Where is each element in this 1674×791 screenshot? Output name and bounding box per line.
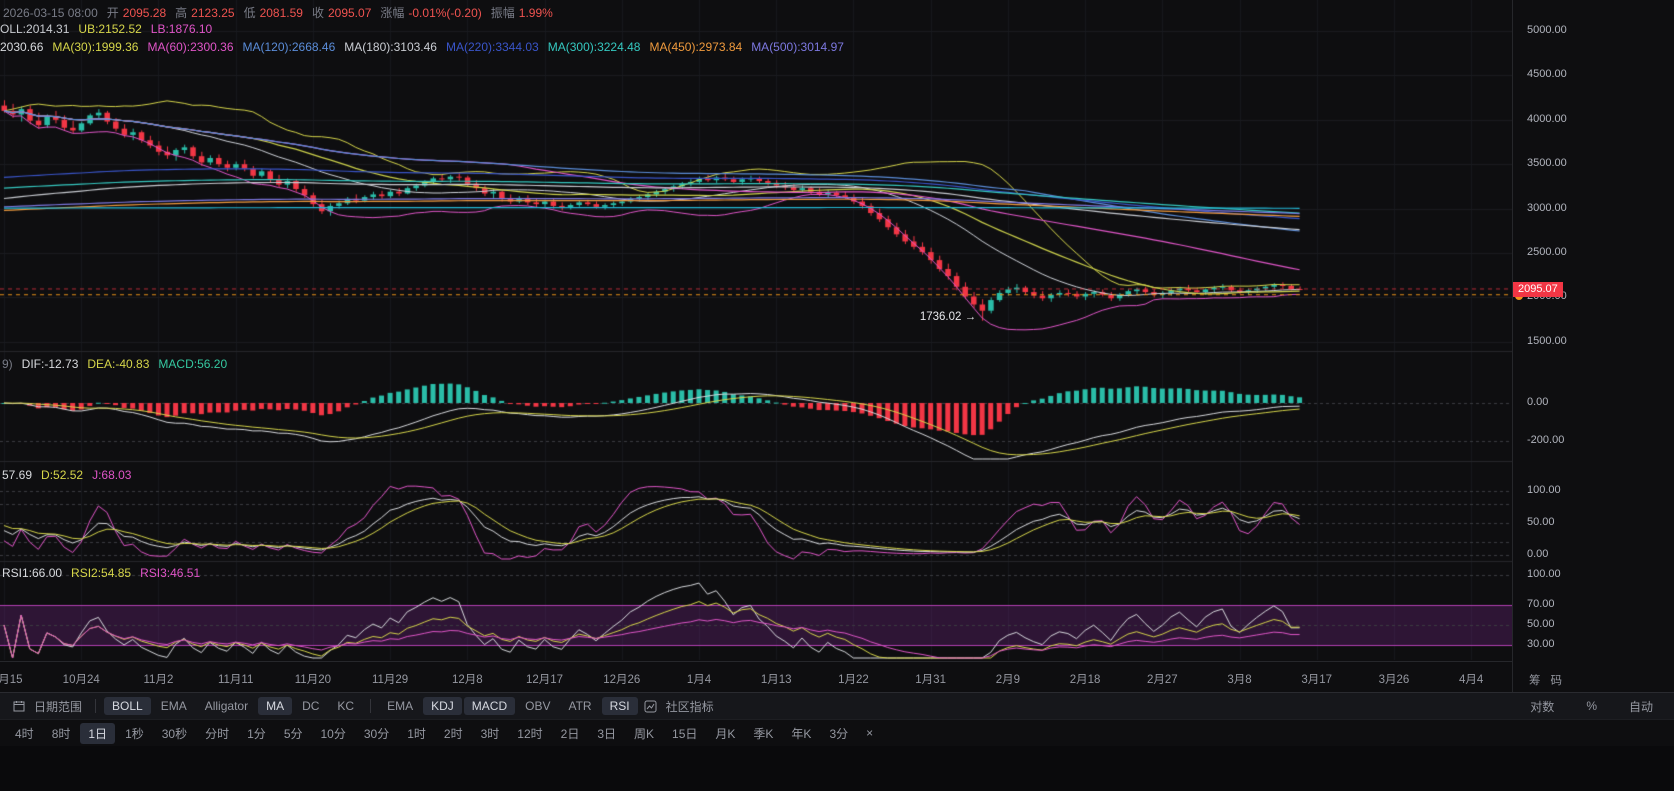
scale-button-自动[interactable]: 自动 [1621, 696, 1661, 717]
scale-button-对数[interactable]: 对数 [1522, 696, 1562, 717]
price-axis-label: 4000.00 [1527, 113, 1567, 125]
indicator-button-MACD[interactable]: MACD [464, 697, 515, 715]
interval-button-3分[interactable]: 3分 [821, 723, 856, 744]
price-axis-label: 50.00 [1527, 618, 1555, 630]
x-axis-label: 10月15 [0, 671, 23, 687]
scale-button-%[interactable]: % [1578, 697, 1605, 715]
x-axis-label: 4月4 [1459, 671, 1483, 687]
interval-button-5分[interactable]: 5分 [276, 723, 311, 744]
overlay-button-KC[interactable]: KC [329, 697, 362, 715]
price-axis-label: 100.00 [1527, 484, 1561, 496]
interval-toolbar: 4时8时1日1秒30秒分时1分5分10分30分1时2时3时12时2日3日周K15… [0, 719, 1674, 746]
calendar-icon [13, 700, 25, 712]
interval-button-group: 4时8时1日1秒30秒分时1分5分10分30分1时2时3时12时2日3日周K15… [6, 723, 882, 744]
overlay-button-BOLL[interactable]: BOLL [104, 697, 151, 715]
price-axis-label: 2500.00 [1527, 246, 1567, 258]
price-axis-label: 5000.00 [1527, 24, 1567, 36]
indicator-toolbar: 日期范围 BOLLEMAAlligatorMADCKC EMAKDJMACDOB… [0, 692, 1674, 719]
interval-button-1日[interactable]: 1日 [80, 723, 115, 744]
interval-button-1时[interactable]: 1时 [399, 723, 434, 744]
interval-button-月K[interactable]: 月K [707, 723, 743, 744]
price-axis-label: 70.00 [1527, 598, 1555, 610]
interval-button-周K[interactable]: 周K [626, 723, 662, 744]
x-axis-label: 3月8 [1227, 671, 1251, 687]
trading-app: 2026-03-15 08:00开2095.28高2123.25低2081.59… [0, 0, 1674, 791]
interval-button-3时[interactable]: 3时 [473, 723, 508, 744]
overlay-button-EMA[interactable]: EMA [153, 697, 195, 715]
chart-area[interactable]: 2026-03-15 08:00开2095.28高2123.25低2081.59… [0, 0, 1512, 692]
price-axis-label: 3500.00 [1527, 157, 1567, 169]
bottom-filler [0, 746, 1674, 791]
chart-canvas[interactable] [0, 0, 1512, 692]
x-axis-label: 10月24 [63, 671, 100, 687]
interval-button-1秒[interactable]: 1秒 [117, 723, 152, 744]
price-axis-label: 100.00 [1527, 568, 1561, 580]
overlay-button-DC[interactable]: DC [294, 697, 327, 715]
x-axis-label: 3月26 [1379, 671, 1410, 687]
x-axis-label: 3月17 [1301, 671, 1332, 687]
price-axis-label: 50.00 [1527, 516, 1555, 528]
x-axis-label: 12月26 [603, 671, 640, 687]
price-axis-label: 0.00 [1527, 548, 1548, 560]
indicator-button-OBV[interactable]: OBV [517, 697, 558, 715]
overlay-button-MA[interactable]: MA [258, 697, 292, 715]
x-axis-label: 1月31 [915, 671, 946, 687]
interval-button-2日[interactable]: 2日 [553, 723, 588, 744]
interval-button-年K[interactable]: 年K [783, 723, 819, 744]
low-price-annotation: 1736.02 → [920, 311, 976, 323]
oscillator-button-group: EMAKDJMACDOBVATRRSI [378, 697, 639, 715]
interval-button-4时[interactable]: 4时 [7, 723, 42, 744]
toolbar-divider [370, 699, 371, 713]
price-axis-label: 4500.00 [1527, 68, 1567, 80]
indicator-button-ATR[interactable]: ATR [560, 697, 599, 715]
interval-button-2时[interactable]: 2时 [436, 723, 471, 744]
interval-button-15日[interactable]: 15日 [664, 723, 705, 744]
price-axis-label: 1500.00 [1527, 335, 1567, 347]
x-axis-label: 11月11 [218, 671, 253, 687]
toolbar-divider [95, 699, 96, 713]
interval-button-3日[interactable]: 3日 [589, 723, 624, 744]
price-axis-label: 3000.00 [1527, 202, 1567, 214]
overlay-button-group: BOLLEMAAlligatorMADCKC [103, 697, 363, 715]
scale-button-group: 对数% 自动 [1521, 696, 1662, 717]
x-axis-label: 12月17 [526, 671, 563, 687]
indicator-button-RSI[interactable]: RSI [602, 697, 638, 715]
date-range-button[interactable]: 日期范围 [28, 696, 88, 717]
price-axis[interactable]: 2095.07 筹码 5000.00 4500.00 4000.00 3500.00 3… [1512, 0, 1674, 692]
x-axis-label: 12月8 [452, 671, 483, 687]
interval-button-12时[interactable]: 12时 [509, 723, 550, 744]
x-axis-label: 1月13 [761, 671, 792, 687]
interval-button-分时[interactable]: 分时 [197, 723, 237, 744]
x-axis-label: 11月29 [372, 671, 408, 687]
community-indicators-icon [644, 700, 657, 713]
current-price-badge: 2095.07 [1513, 282, 1563, 297]
price-axis-label: 0.00 [1527, 396, 1548, 408]
interval-button-30秒[interactable]: 30秒 [154, 723, 195, 744]
interval-button-季K[interactable]: 季K [745, 723, 781, 744]
interval-button-10分[interactable]: 10分 [313, 723, 354, 744]
interval-button-30分[interactable]: 30分 [356, 723, 397, 744]
interval-button-8时[interactable]: 8时 [44, 723, 79, 744]
overlay-button-Alligator[interactable]: Alligator [197, 697, 256, 715]
x-axis-label: 1月4 [687, 671, 711, 687]
x-axis-label: 2月9 [996, 671, 1020, 687]
axis-side-toggles[interactable]: 筹码 [1529, 672, 1572, 688]
x-axis-label: 1月22 [838, 671, 869, 687]
x-axis-label: 11月2 [144, 671, 174, 687]
x-axis-label: 2月18 [1070, 671, 1101, 687]
indicator-button-KDJ[interactable]: KDJ [423, 697, 462, 715]
interval-button-1分[interactable]: 1分 [239, 723, 274, 744]
price-axis-label: 30.00 [1527, 638, 1555, 650]
community-indicators-button[interactable]: 社区指标 [660, 696, 720, 717]
interval-button-×[interactable]: × [858, 724, 881, 742]
x-axis-label: 2月27 [1147, 671, 1178, 687]
indicator-button-EMA[interactable]: EMA [379, 697, 421, 715]
x-axis[interactable]: 10月15 10月24 11月2 11月11 11月20 11月29 12月8 12月17 12… [0, 661, 1512, 692]
x-axis-label: 11月20 [295, 671, 331, 687]
price-axis-label: -200.00 [1527, 434, 1564, 446]
